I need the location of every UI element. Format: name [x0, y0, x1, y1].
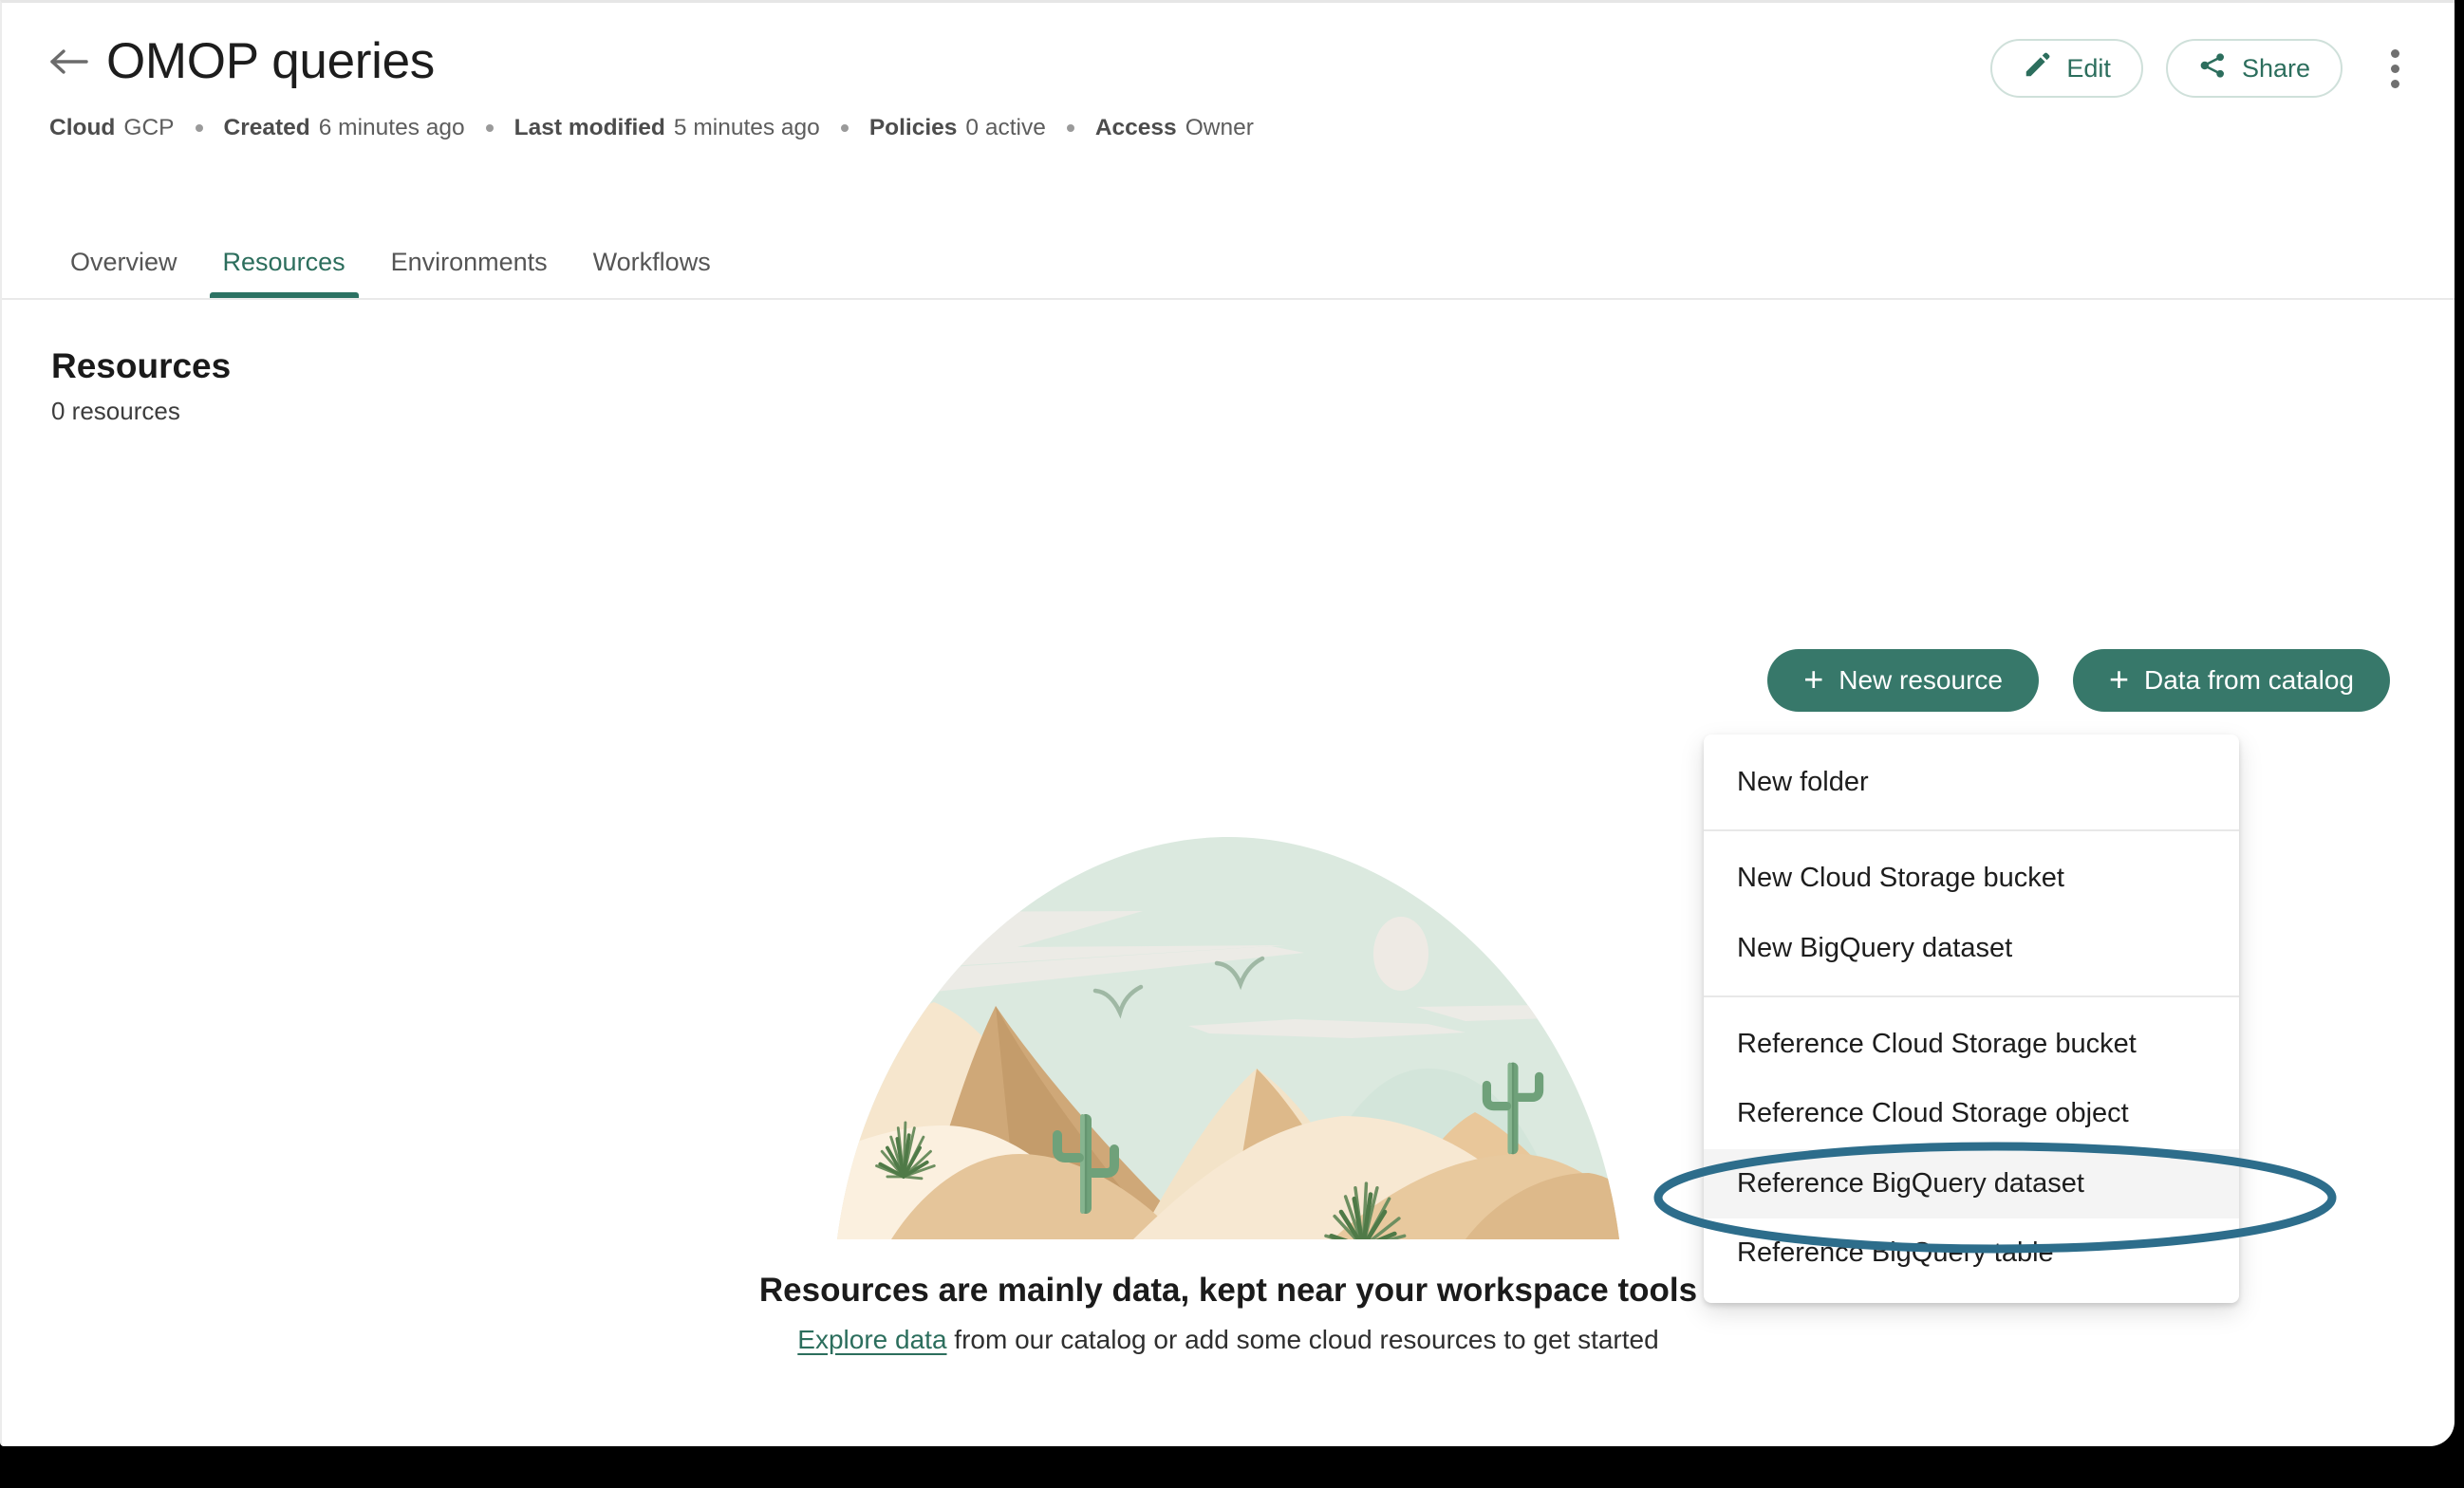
header-actions: Edit Share: [1990, 39, 2420, 98]
tab-overview[interactable]: Overview: [47, 248, 200, 298]
plus-icon: +: [2108, 659, 2129, 698]
meta-label: Policies: [868, 114, 958, 140]
content-actions: + New resource + Data from catalog: [1767, 649, 2390, 712]
page-header: OMOP queries Cloud GCP Created 6 minutes…: [2, 3, 2455, 300]
section-title: Resources: [51, 346, 232, 385]
separator-dot: [840, 123, 849, 132]
meta-label: Cloud: [49, 114, 116, 140]
resource-count: 0 resources: [51, 397, 180, 426]
share-button[interactable]: Share: [2165, 39, 2343, 98]
menu-item-new-bigquery-dataset[interactable]: New BigQuery dataset: [1704, 914, 2239, 983]
menu-item-reference-bigquery-dataset[interactable]: Reference BigQuery dataset: [1704, 1148, 2239, 1219]
meta-value: Owner: [1185, 114, 1254, 140]
desert-dunes-cacti-illustration: [837, 837, 1619, 1239]
tab-resources[interactable]: Resources: [200, 248, 368, 298]
app-window: OMOP queries Cloud GCP Created 6 minutes…: [0, 0, 2455, 1446]
share-nodes-icon: [2198, 51, 2227, 86]
pencil-icon: [2023, 51, 2051, 86]
meta-value: GCP: [123, 114, 175, 140]
menu-item-reference-bigquery-table[interactable]: Reference BigQuery table: [1704, 1218, 2239, 1288]
section-header: Resources 0 resources: [2, 300, 2455, 426]
menu-item-reference-cloud-storage-bucket[interactable]: Reference Cloud Storage bucket: [1704, 1010, 2239, 1079]
new-resource-button[interactable]: + New resource: [1767, 649, 2039, 712]
meta-value: 5 minutes ago: [673, 114, 820, 140]
data-from-catalog-button-label: Data from catalog: [2144, 665, 2354, 695]
kebab-dot: [2390, 79, 2399, 88]
empty-state-title: Resources are mainly data, kept near you…: [758, 1272, 1698, 1309]
meta-label: Created: [223, 114, 310, 140]
metadata-bar: Cloud GCP Created 6 minutes ago Last mod…: [49, 115, 2455, 141]
meta-value: 6 minutes ago: [318, 114, 465, 140]
separator-dot: [1066, 123, 1074, 132]
empty-state-subtitle: Explore data from our catalog or add som…: [797, 1325, 1658, 1355]
separator-dot: [485, 123, 494, 132]
new-resource-button-label: New resource: [1839, 665, 2003, 695]
menu-divider: [1704, 829, 2239, 832]
meta-value: 0 active: [965, 114, 1046, 140]
meta-cloud: Cloud GCP: [49, 115, 175, 141]
meta-policies: Policies 0 active: [869, 115, 1046, 141]
meta-label: Access: [1094, 114, 1177, 140]
kebab-dot: [2390, 64, 2399, 73]
menu-item-reference-cloud-storage-object[interactable]: Reference Cloud Storage object: [1704, 1079, 2239, 1148]
kebab-dot: [2390, 48, 2399, 58]
arrow-left-icon[interactable]: [47, 40, 91, 84]
menu-divider: [1704, 995, 2239, 998]
plus-icon: +: [1803, 659, 1824, 698]
edit-button-label: Edit: [2066, 53, 2111, 83]
menu-item-new-folder[interactable]: New folder: [1704, 748, 2239, 817]
tab-workflows[interactable]: Workflows: [570, 248, 734, 298]
separator-dot: [195, 123, 203, 132]
tab-bar: Overview Resources Environments Workflow…: [47, 248, 734, 298]
share-button-label: Share: [2241, 53, 2310, 83]
tab-environments[interactable]: Environments: [368, 248, 570, 298]
meta-last-modified: Last modified 5 minutes ago: [514, 115, 820, 141]
data-from-catalog-button[interactable]: + Data from catalog: [2072, 649, 2390, 712]
page-title: OMOP queries: [106, 33, 435, 89]
kebab-menu-icon[interactable]: [2369, 42, 2420, 95]
new-resource-dropdown-menu: New folder New Cloud Storage bucket New …: [1704, 735, 2239, 1304]
content-area: Resources 0 resources + New resource + D…: [2, 300, 2455, 1354]
meta-access: Access Owner: [1095, 115, 1254, 141]
meta-created: Created 6 minutes ago: [224, 115, 465, 141]
empty-state-rest-text: from our catalog or add some cloud resou…: [946, 1325, 1659, 1354]
edit-button[interactable]: Edit: [1990, 39, 2143, 98]
explore-data-link[interactable]: Explore data: [797, 1325, 946, 1354]
meta-label: Last modified: [513, 114, 665, 140]
menu-item-new-cloud-storage-bucket[interactable]: New Cloud Storage bucket: [1704, 844, 2239, 913]
